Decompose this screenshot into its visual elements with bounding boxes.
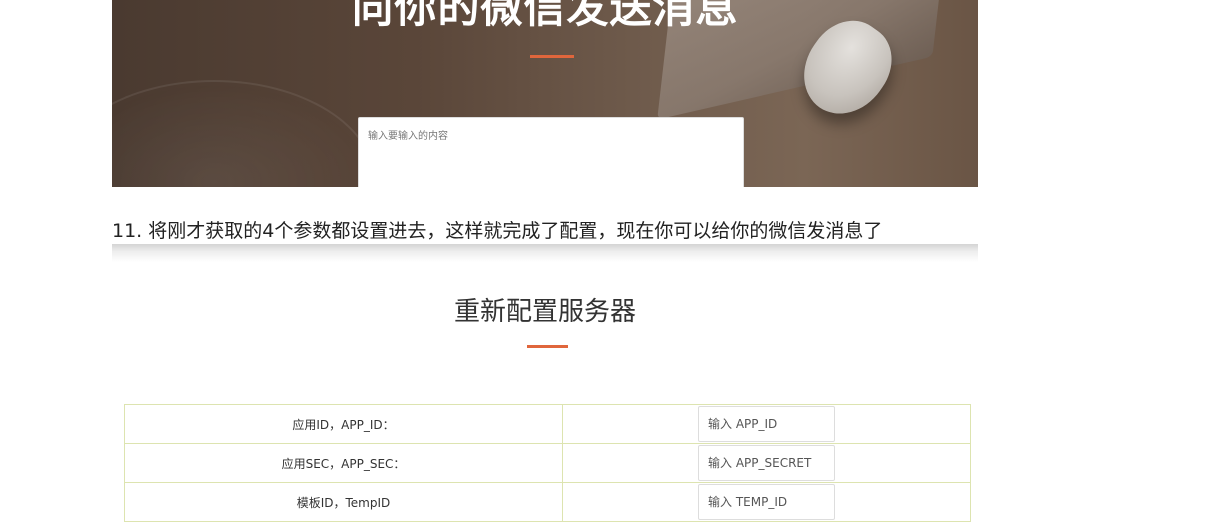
app-id-label: 应用ID，APP_ID： [124, 404, 563, 444]
message-input[interactable]: 输入要输入的内容 [358, 117, 744, 187]
table-row: 应用SEC，APP_SEC： 输入 APP_SECRET [124, 443, 971, 483]
config-screenshot: 重新配置服务器 应用ID，APP_ID： 输入 APP_ID 应用SEC，APP… [112, 244, 978, 522]
hero-screenshot: 向你的微信发送消息 输入要输入的内容 [112, 0, 978, 187]
hero-title: 向你的微信发送消息 [351, 0, 739, 32]
template-id-input[interactable]: 输入 TEMP_ID [698, 484, 835, 520]
message-input-placeholder: 输入要输入的内容 [368, 131, 448, 142]
config-title-underline [527, 345, 568, 348]
app-secret-label: 应用SEC，APP_SEC： [124, 443, 563, 483]
table-row: 应用ID，APP_ID： 输入 APP_ID [124, 404, 971, 444]
config-table: 应用ID，APP_ID： 输入 APP_ID 应用SEC，APP_SEC： 输入… [124, 404, 971, 522]
table-row: 模板ID，TempID 输入 TEMP_ID [124, 482, 971, 522]
hero-background-shape [112, 80, 376, 187]
hero-title-underline [530, 55, 574, 58]
app-id-input[interactable]: 输入 APP_ID [698, 406, 835, 442]
app-id-cell: 输入 APP_ID [562, 404, 971, 444]
app-secret-input[interactable]: 输入 APP_SECRET [698, 445, 835, 481]
config-title: 重新配置服务器 [453, 297, 636, 327]
app-secret-cell: 输入 APP_SECRET [562, 443, 971, 483]
section-divider [112, 244, 978, 262]
step-caption: 11. 将刚才获取的4个参数都设置进去，这样就完成了配置，现在你可以给你的微信发… [112, 220, 883, 242]
template-id-label: 模板ID，TempID [124, 482, 563, 522]
template-id-cell: 输入 TEMP_ID [562, 482, 971, 522]
